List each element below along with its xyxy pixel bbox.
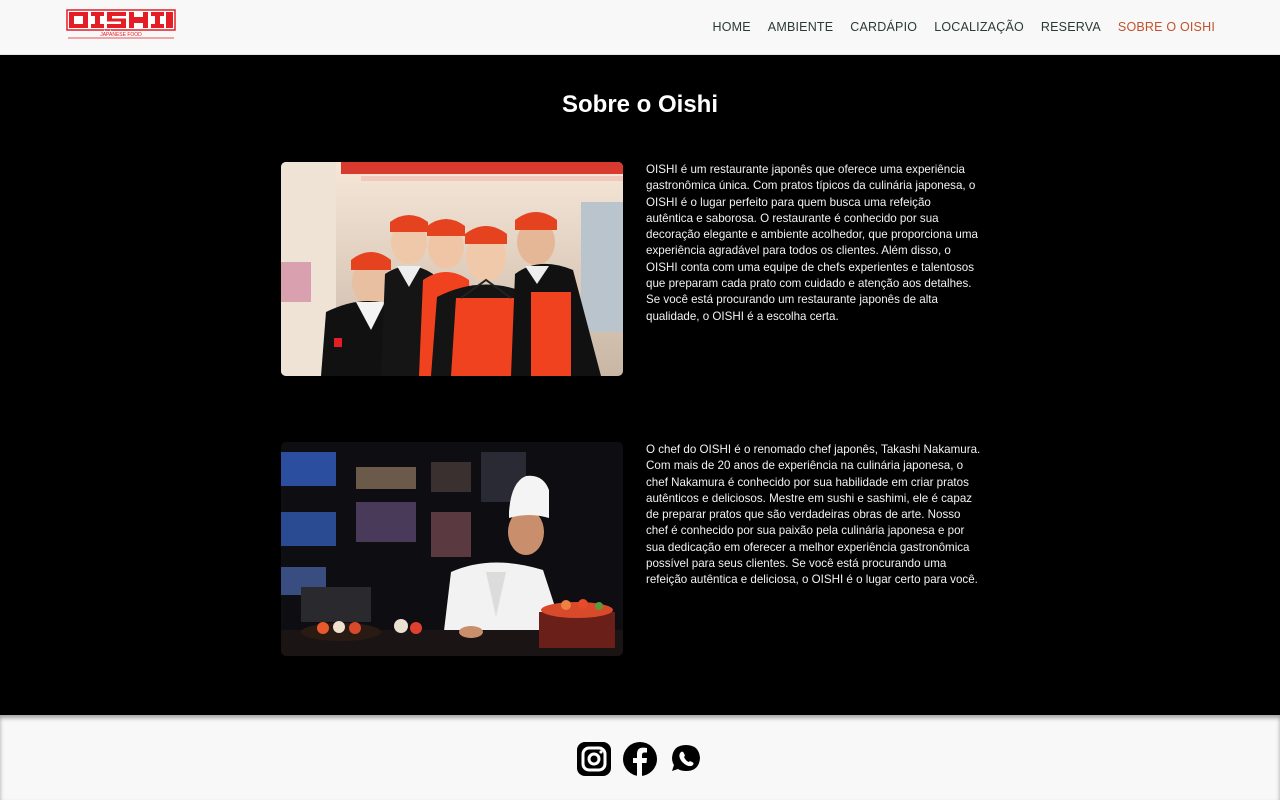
about-restaurant-text: OISHI é um restaurante japonês que ofere… [646, 163, 978, 323]
facebook-link[interactable] [623, 741, 657, 777]
nav-item-sobre-o-oishi[interactable]: SOBRE O OISHI [1118, 20, 1215, 34]
nav-item-reserva[interactable]: RESERVA [1041, 20, 1101, 34]
about-chef-block: O chef do OISHI é o renomado chef japonê… [281, 442, 981, 656]
site-header: JAPANESE FOOD HOME AMBIENTE CARDÁPIO LOC… [0, 0, 1280, 55]
site-footer [0, 715, 1280, 800]
instagram-link[interactable] [577, 741, 611, 777]
staff-team-photo [281, 162, 623, 376]
nav-item-cardapio[interactable]: CARDÁPIO [850, 20, 917, 34]
about-section: Sobre o Oishi OISHI é um restaurante jap… [0, 55, 1280, 715]
instagram-icon [577, 742, 611, 776]
oishi-logo[interactable]: JAPANESE FOOD [66, 9, 176, 41]
nav-item-localizacao[interactable]: LOCALIZAÇÃO [934, 20, 1024, 34]
facebook-icon [623, 742, 657, 776]
about-restaurant-block: OISHI é um restaurante japonês que ofere… [281, 162, 981, 376]
logo-graphic: JAPANESE FOOD [66, 9, 176, 39]
svg-text:JAPANESE FOOD: JAPANESE FOOD [100, 32, 142, 38]
page-title: Sobre o Oishi [561, 91, 719, 118]
nav-item-ambiente[interactable]: AMBIENTE [768, 20, 834, 34]
social-links [0, 741, 1280, 777]
nav-item-home[interactable]: HOME [712, 20, 750, 34]
about-chef-text: O chef do OISHI é o renomado chef japonê… [646, 443, 981, 587]
chef-preparing-sushi-photo [281, 442, 623, 656]
main-nav: HOME AMBIENTE CARDÁPIO LOCALIZAÇÃO RESER… [712, 0, 1215, 54]
whatsapp-link[interactable] [669, 741, 703, 777]
whatsapp-icon [672, 745, 700, 771]
